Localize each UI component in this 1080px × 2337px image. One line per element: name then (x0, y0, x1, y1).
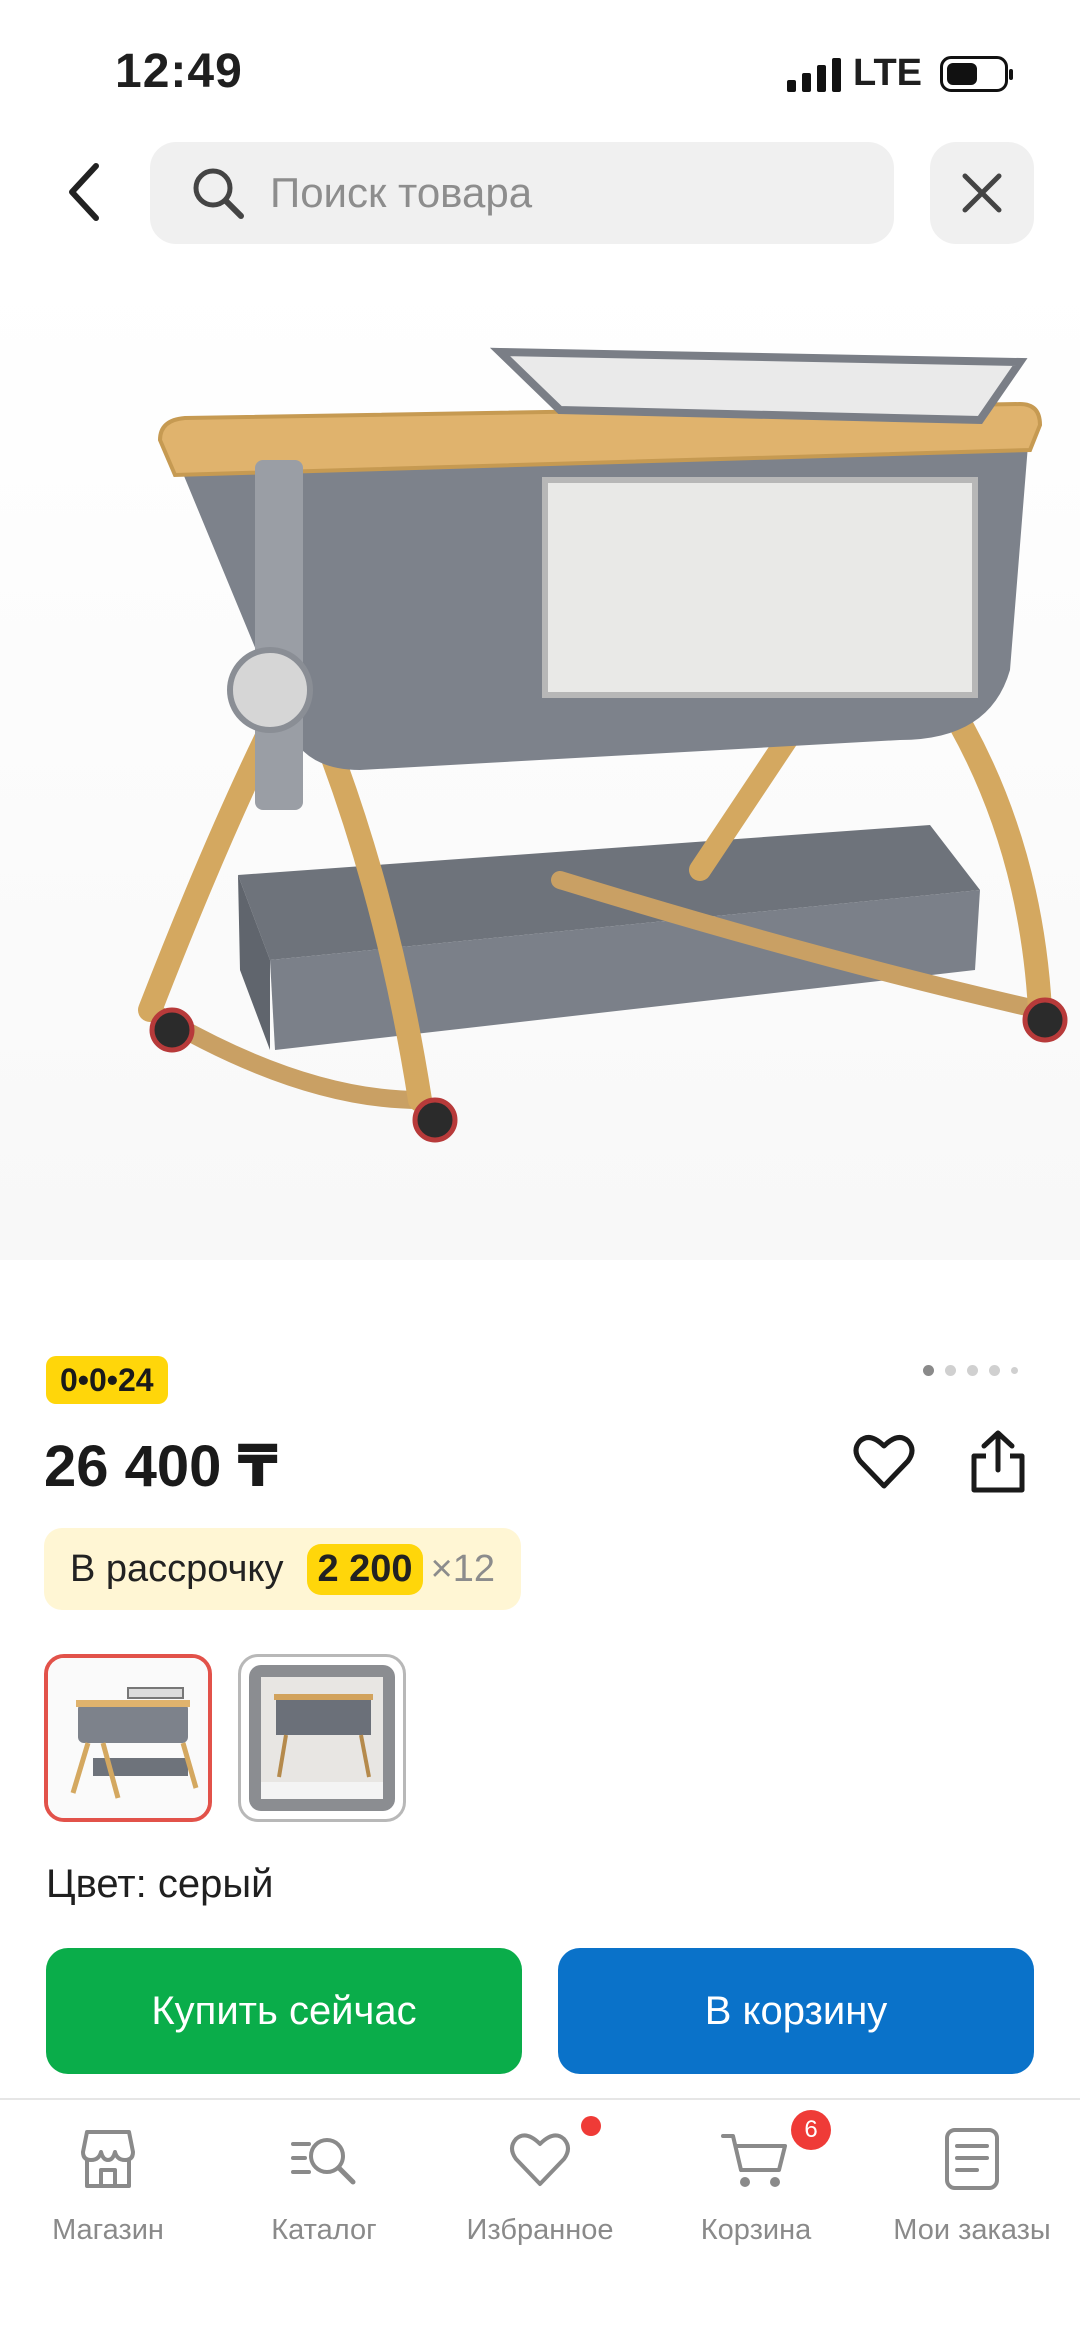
installment-label: В рассрочку (70, 1547, 284, 1590)
chevron-left-icon (69, 163, 99, 221)
product-image[interactable] (0, 270, 1080, 1260)
pager-dot (1011, 1367, 1018, 1374)
nav-label: Избранное (466, 2214, 614, 2246)
status-indicators: LTE (787, 52, 1013, 95)
share-button[interactable] (966, 1428, 1030, 1496)
installment-info[interactable]: В рассрочку 2 200 ×12 (44, 1528, 522, 1610)
catalog-search-icon (289, 2124, 359, 2194)
thumbnail-image (48, 1658, 208, 1818)
battery-icon (940, 55, 1013, 92)
nav-label: Каталог (271, 2214, 377, 2246)
cart-count-badge: 6 (791, 2110, 831, 2150)
notification-dot (581, 2116, 601, 2136)
bottom-navigation: Магазин Каталог Избранное 6 Корзина Мои … (0, 2098, 1080, 2337)
search-icon (193, 168, 244, 219)
pager-dot (989, 1365, 1000, 1376)
back-button[interactable] (52, 150, 116, 234)
nav-item-cart[interactable]: 6 Корзина (648, 2110, 864, 2247)
bassinet-illustration (138, 347, 1068, 1143)
clear-search-button[interactable] (930, 142, 1034, 244)
status-bar: 12:49 LTE (0, 0, 1080, 140)
status-time: 12:49 (115, 45, 243, 98)
nav-label: Корзина (700, 2214, 812, 2246)
heart-icon (853, 1434, 915, 1489)
share-icon (971, 1430, 1025, 1493)
thumbnail-image (249, 1665, 395, 1811)
color-thumbnail-photo[interactable] (238, 1654, 406, 1822)
search-bar[interactable] (150, 142, 894, 244)
nav-label: Мои заказы (893, 2214, 1051, 2246)
pager-dot (945, 1365, 956, 1376)
add-to-favorites-button[interactable] (852, 1430, 916, 1494)
signal-icon (787, 56, 842, 92)
color-thumbnail-gray[interactable] (44, 1654, 212, 1822)
image-pager (923, 1365, 1018, 1376)
nav-item-favorites[interactable]: Избранное (432, 2116, 648, 2247)
pager-dot (923, 1365, 934, 1376)
pager-dot (967, 1365, 978, 1376)
cart-icon: 6 (721, 2110, 831, 2194)
installment-months: ×12 (430, 1547, 496, 1590)
installment-promo-badge: 0•0•24 (46, 1356, 168, 1404)
nav-label: Магазин (52, 2214, 164, 2246)
nav-item-store[interactable]: Магазин (0, 2124, 216, 2247)
close-icon (962, 173, 1002, 213)
search-input[interactable] (270, 169, 830, 217)
store-icon (73, 2124, 143, 2194)
installment-amount: 2 200 (307, 1543, 423, 1595)
add-to-cart-button[interactable]: В корзину (558, 1948, 1034, 2074)
nav-item-orders[interactable]: Мои заказы (864, 2124, 1080, 2247)
color-label: Цвет: серый (46, 1862, 274, 1906)
orders-icon (937, 2124, 1007, 2194)
buy-now-button[interactable]: Купить сейчас (46, 1948, 522, 2074)
network-label: LTE (853, 52, 922, 94)
nav-item-catalog[interactable]: Каталог (216, 2124, 432, 2247)
product-price: 26 400 ₸ (44, 1434, 278, 1499)
heart-icon (505, 2116, 601, 2194)
